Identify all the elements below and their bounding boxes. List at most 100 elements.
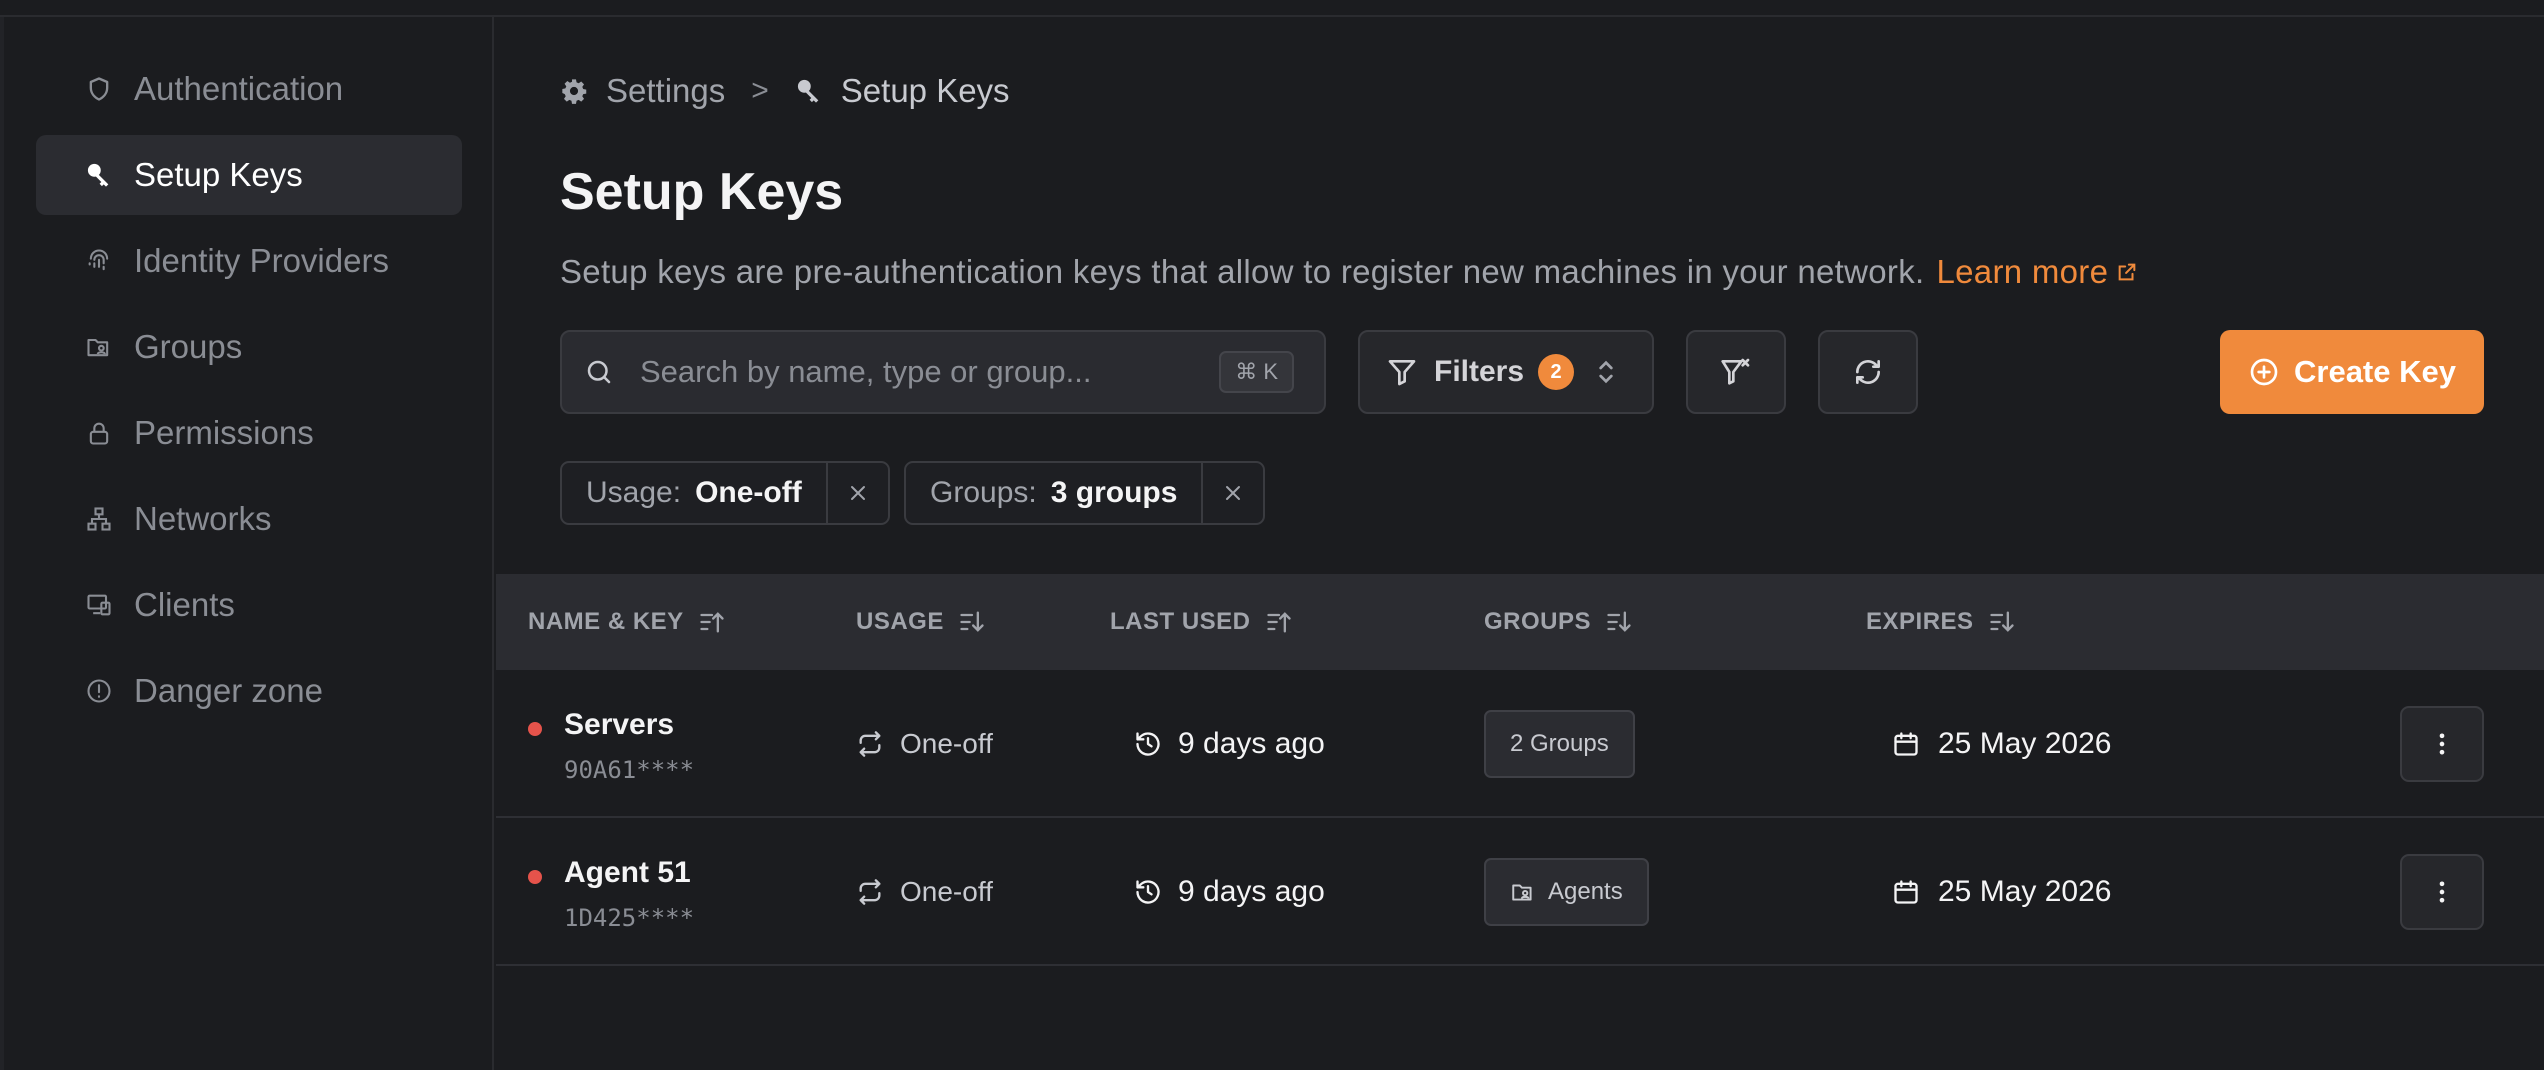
- key-value: 1D425****: [564, 904, 695, 932]
- row-actions-button[interactable]: [2400, 854, 2484, 930]
- usage-cell: One-off: [856, 670, 993, 818]
- table-row[interactable]: Agent 51 1D425**** One-off 9 days ago Ag…: [496, 818, 2544, 966]
- alert-circle-icon: [84, 676, 114, 706]
- filter-clear-icon: [1721, 358, 1750, 385]
- sort-descending-icon: [1607, 611, 1631, 632]
- lock-icon: [84, 418, 114, 448]
- refresh-button[interactable]: [1818, 330, 1918, 414]
- breadcrumb: Settings > Setup Keys: [560, 72, 1010, 110]
- learn-more-link[interactable]: Learn more: [1936, 253, 2138, 291]
- column-header-label: NAME & KEY: [528, 608, 684, 635]
- settings-sidebar: Authentication Setup Keys Identity Provi…: [4, 17, 494, 1070]
- main-content: Settings > Setup Keys Setup Keys Setup k…: [496, 17, 2544, 1070]
- remove-filter-button[interactable]: [825, 463, 888, 523]
- clear-filters-button[interactable]: [1686, 330, 1786, 414]
- key-value: 90A61****: [564, 756, 695, 784]
- column-header-name-key[interactable]: NAME & KEY: [528, 574, 726, 670]
- groups-badge-label: 2 Groups: [1510, 730, 1609, 757]
- devices-icon: [84, 590, 114, 620]
- search-shortcut-hint: ⌘ K: [1219, 351, 1294, 393]
- column-header-expires[interactable]: EXPIRES: [1866, 574, 2016, 670]
- external-link-icon: [2118, 263, 2136, 281]
- column-header-usage[interactable]: USAGE: [856, 574, 986, 670]
- sidebar-item-groups[interactable]: Groups: [36, 307, 462, 387]
- sort-descending-icon: [1989, 611, 2014, 632]
- plus-circle-icon: [2250, 358, 2278, 386]
- folder-users-icon: [84, 332, 114, 362]
- expires-cell: 25 May 2026: [1892, 818, 2111, 966]
- sidebar-item-authentication[interactable]: Authentication: [36, 49, 462, 129]
- sidebar-item-danger-zone[interactable]: Danger zone: [36, 651, 462, 731]
- repeat-icon: [859, 731, 881, 757]
- column-header-label: LAST USED: [1110, 608, 1251, 635]
- key-name: Servers: [564, 708, 675, 741]
- page-description-text: Setup keys are pre-authentication keys t…: [560, 253, 1925, 290]
- search-input[interactable]: [640, 354, 1200, 390]
- expires-value: 25 May 2026: [1938, 875, 2112, 908]
- last-used-value: 9 days ago: [1178, 727, 1325, 760]
- filter-chip-text: Groups: 3 groups: [906, 463, 1201, 523]
- sidebar-item-setup-keys[interactable]: Setup Keys: [36, 135, 462, 215]
- remove-filter-button[interactable]: [1201, 463, 1263, 523]
- more-vertical-icon: [2439, 881, 2445, 903]
- sidebar-item-label: Setup Keys: [134, 156, 303, 193]
- chevron-up-down-icon: [1599, 360, 1613, 384]
- repeat-icon: [859, 879, 881, 905]
- status-dot: [528, 722, 542, 736]
- usage-value: One-off: [900, 876, 993, 907]
- page-description: Setup keys are pre-authentication keys t…: [560, 253, 2138, 291]
- sidebar-item-label: Groups: [134, 328, 243, 365]
- network-icon: [84, 504, 114, 534]
- close-icon: [850, 486, 865, 500]
- breadcrumb-current-label: Setup Keys: [840, 72, 1010, 109]
- row-actions-button[interactable]: [2400, 706, 2484, 782]
- history-icon: [1136, 880, 1160, 904]
- groups-badge[interactable]: 2 Groups: [1484, 710, 1635, 778]
- sidebar-item-label: Danger zone: [134, 672, 323, 709]
- usage-cell: One-off: [856, 818, 993, 966]
- usage-value: One-off: [900, 728, 993, 759]
- column-header-label: USAGE: [856, 608, 944, 635]
- filter-chip-value: 3 groups: [1050, 476, 1178, 509]
- table-row[interactable]: Servers 90A61**** One-off 9 days ago 2 G…: [496, 670, 2544, 818]
- filter-chip-label: Usage:: [586, 476, 682, 509]
- sort-ascending-icon: [700, 612, 724, 633]
- sidebar-item-clients[interactable]: Clients: [36, 565, 462, 645]
- column-header-label: GROUPS: [1484, 608, 1592, 635]
- key-icon: [84, 160, 114, 190]
- expires-value: 25 May 2026: [1938, 727, 2112, 760]
- search-icon: [587, 360, 611, 384]
- sidebar-item-label: Authentication: [134, 70, 344, 107]
- sidebar-item-label: Clients: [134, 586, 235, 623]
- last-used-value: 9 days ago: [1178, 875, 1325, 908]
- groups-badge[interactable]: Agents: [1484, 858, 1649, 926]
- folder-users-icon: [1512, 884, 1532, 901]
- search-box: ⌘ K: [560, 330, 1326, 414]
- column-header-last-used[interactable]: LAST USED: [1110, 574, 1293, 670]
- filter-chip-label: Groups:: [930, 476, 1037, 509]
- sort-descending-icon: [960, 611, 984, 632]
- status-dot: [528, 870, 542, 884]
- sidebar-item-label: Identity Providers: [134, 242, 389, 279]
- breadcrumb-settings[interactable]: Settings: [560, 72, 725, 110]
- filter-chip-groups: Groups: 3 groups: [904, 461, 1266, 525]
- last-used-cell: 9 days ago: [1134, 670, 1325, 818]
- filter-chip-text: Usage: One-off: [562, 463, 826, 523]
- filters-count-badge: 2: [1538, 354, 1575, 390]
- learn-more-label: Learn more: [1936, 253, 2109, 290]
- breadcrumb-separator: >: [751, 74, 769, 107]
- window-top-border: [0, 0, 2544, 17]
- filters-button[interactable]: Filters 2: [1358, 330, 1654, 414]
- column-header-groups[interactable]: GROUPS: [1484, 574, 1633, 670]
- create-key-label: Create Key: [2294, 354, 2456, 389]
- shield-icon: [84, 74, 114, 104]
- sidebar-item-networks[interactable]: Networks: [36, 479, 462, 559]
- sidebar-item-permissions[interactable]: Permissions: [36, 393, 462, 473]
- sidebar-item-identity-providers[interactable]: Identity Providers: [36, 221, 462, 301]
- expires-cell: 25 May 2026: [1892, 670, 2111, 818]
- create-key-button[interactable]: Create Key: [2220, 330, 2484, 414]
- page-title: Setup Keys: [560, 163, 844, 221]
- history-icon: [1136, 732, 1160, 756]
- filter-chip-usage: Usage: One-off: [560, 461, 890, 525]
- key-name: Agent 51: [564, 856, 691, 889]
